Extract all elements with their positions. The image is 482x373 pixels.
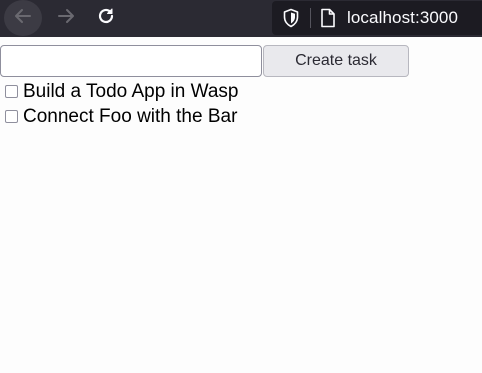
task-done-checkbox[interactable]	[5, 110, 18, 123]
task-item: Connect Foo with the Bar	[0, 104, 238, 129]
reload-button[interactable]	[86, 1, 126, 35]
create-task-button[interactable]: Create task	[263, 45, 409, 77]
shield-icon[interactable]	[278, 5, 304, 31]
task-description: Build a Todo App in Wasp	[23, 80, 239, 102]
task-done-checkbox[interactable]	[5, 85, 18, 98]
arrow-left-icon	[13, 6, 33, 30]
page-icon[interactable]	[319, 7, 337, 29]
address-bar[interactable]: localhost:3000	[272, 1, 482, 35]
reload-icon	[96, 6, 116, 30]
task-item: Build a Todo App in Wasp	[0, 79, 238, 104]
back-button[interactable]	[4, 0, 42, 36]
browser-toolbar: localhost:3000	[0, 0, 482, 37]
forward-button[interactable]	[46, 1, 86, 35]
task-list: Build a Todo App in Wasp Connect Foo wit…	[0, 79, 238, 129]
arrow-right-icon	[56, 6, 76, 30]
task-description: Connect Foo with the Bar	[23, 105, 238, 127]
task-description-input[interactable]	[0, 45, 262, 77]
url-separator	[310, 8, 311, 28]
url-text[interactable]: localhost:3000	[347, 8, 458, 28]
